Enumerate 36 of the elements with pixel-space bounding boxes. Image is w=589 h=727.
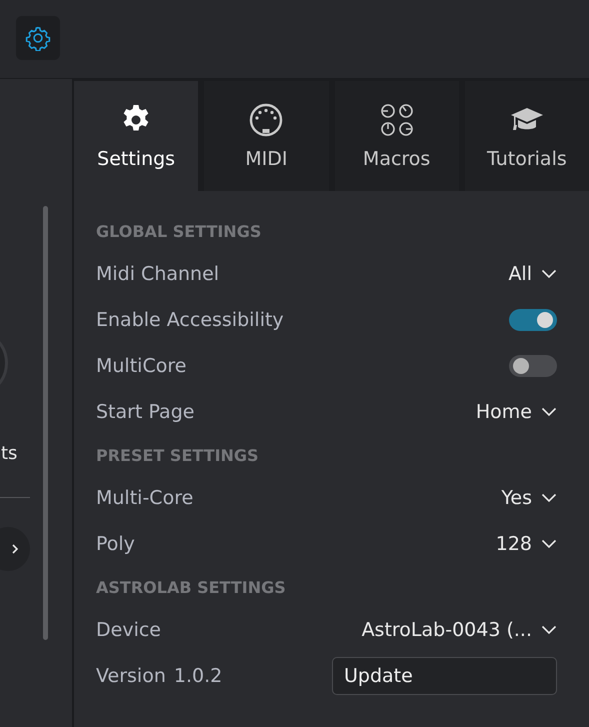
update-button[interactable]: Update [332, 657, 557, 695]
setting-label: Multi-Core [96, 487, 194, 509]
scrollbar[interactable] [43, 206, 48, 640]
settings-icon [25, 25, 51, 51]
dropdown[interactable]: 128 [496, 533, 557, 555]
setting-label: Version [96, 665, 166, 687]
setting-label: Device [96, 619, 161, 641]
dropdown[interactable]: All [508, 263, 557, 285]
setting-label: Enable Accessibility [96, 309, 284, 331]
chevron-down-icon [541, 539, 557, 549]
settings-button[interactable] [16, 16, 60, 60]
chevron-down-icon [541, 407, 557, 417]
section-heading: ASTROLAB SETTINGS [96, 576, 287, 598]
dropdown[interactable]: Home [476, 401, 557, 423]
toggle-switch[interactable] [509, 309, 557, 331]
setting-label: Start Page [96, 401, 194, 423]
section-heading: PRESET SETTINGS [96, 444, 260, 466]
tab[interactable]: MIDI [204, 81, 328, 191]
knobs-icon [378, 102, 415, 138]
version-number: 1.0.2 [174, 665, 222, 687]
tab[interactable]: Tutorials [464, 81, 589, 191]
tab[interactable]: Settings [74, 81, 198, 191]
dropdown[interactable]: Yes [501, 487, 557, 509]
panel-label: ts [1, 443, 18, 464]
section-heading: GLOBAL SETTINGS [96, 220, 262, 242]
dropdown[interactable]: AstroLab-0043 (... [362, 619, 557, 641]
chevron-right-icon [11, 543, 19, 555]
chevron-down-icon [541, 269, 557, 279]
chevron-down-icon [541, 493, 557, 503]
tab[interactable]: Macros [334, 81, 459, 191]
setting-label: MultiCore [96, 355, 186, 377]
setting-label: Midi Channel [96, 263, 220, 285]
chevron-down-icon [541, 625, 557, 635]
toggle-switch[interactable] [509, 355, 557, 377]
midi-connector-icon [248, 102, 284, 138]
setting-label: Poly [96, 533, 135, 555]
